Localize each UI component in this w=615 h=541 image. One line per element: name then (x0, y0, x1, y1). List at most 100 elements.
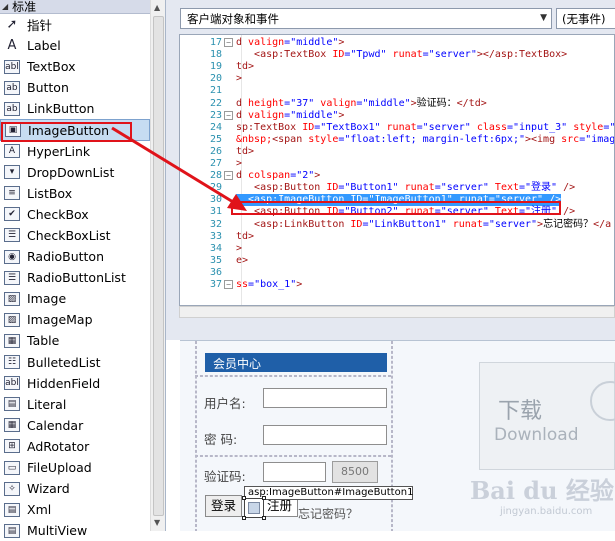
code-line[interactable]: 19 td> (180, 61, 614, 73)
code-token: > (236, 242, 243, 254)
code-text: <asp:LinkButton ID="LinkButton1" runat="… (236, 219, 611, 231)
code-line[interactable]: 33 td> (180, 231, 614, 243)
toolbox-item-label: Wizard (27, 481, 70, 497)
code-line[interactable]: 37− ss="box_1"> (180, 279, 614, 291)
toolbox-item-dropdownlist[interactable]: ▾ DropDownList (0, 162, 150, 183)
code-token: &nbsp; (236, 133, 273, 145)
code-token: <span (272, 133, 309, 145)
code-line[interactable]: 20 > (180, 73, 614, 85)
code-token: ="middle" (284, 109, 339, 121)
toolbox-item-hiddenfield[interactable]: abl HiddenField (0, 373, 150, 394)
toolbox-item-[interactable]: ➚ 指针 (0, 14, 150, 35)
code-line[interactable]: 32 <asp:LinkButton ID="LinkButton1" runa… (180, 219, 614, 231)
toolbox-item-adrotator[interactable]: ⊞ AdRotator (0, 436, 150, 457)
code-token: runat (386, 121, 417, 133)
toolbox-item-imagemap[interactable]: ▨ ImageMap (0, 309, 150, 330)
client-objects-dropdown[interactable]: 客户端对象和事件 ▼ (180, 8, 552, 29)
captcha-image[interactable]: 8500 (332, 461, 378, 483)
password-input[interactable] (263, 425, 387, 445)
code-token: class (476, 121, 507, 133)
toolbox-item-radiobutton[interactable]: ◉ RadioButton (0, 246, 150, 267)
code-text: <asp:Button ID="Button2" runat="server" … (236, 206, 575, 218)
username-label: 用户名: (204, 396, 246, 411)
toolbox-item-label: FileUpload (27, 460, 92, 476)
toolbox-item-label[interactable]: A Label (0, 35, 150, 56)
toolbox-item-calendar[interactable]: ▦ Calendar (0, 415, 150, 436)
toolbox-item-button[interactable]: ab Button (0, 77, 150, 98)
forgot-password-link[interactable]: 忘记密码？ (298, 505, 358, 522)
toolbox-item-label: DropDownList (27, 164, 115, 180)
hiddenfield-icon: abl (4, 376, 20, 391)
code-line[interactable]: 18 <asp:TextBox ID="Tpwd" runat="server"… (180, 49, 614, 61)
code-line[interactable]: 35 e> (180, 254, 614, 267)
fold-toggle-icon[interactable]: − (224, 110, 233, 120)
code-line[interactable]: 34 > (180, 242, 614, 255)
login-button[interactable]: 登录 (205, 495, 242, 517)
design-view[interactable]: 会员中心 用户名: 密 码: 验证码: 8500 登录 注册 忘记密码？ asp… (180, 340, 615, 531)
captcha-input[interactable] (263, 462, 326, 482)
captcha-label: 验证码: (204, 469, 246, 484)
literal-icon: ▤ (4, 397, 20, 412)
imagebutton-control[interactable] (242, 496, 266, 520)
code-line[interactable]: 23− d valign="middle"> (180, 109, 614, 122)
resize-handle[interactable] (262, 516, 266, 520)
fold-toggle-icon[interactable]: − (224, 171, 233, 181)
code-token: d (236, 170, 249, 182)
line-number: 26 (209, 145, 222, 157)
code-line[interactable]: 28− d colspan="2"> (180, 170, 614, 182)
toolbox-item-checkbox[interactable]: ✔ CheckBox (0, 204, 150, 225)
scrollbar-thumb[interactable] (153, 16, 164, 516)
toolbox-item-imagebutton[interactable]: ▣ ImageButton (0, 119, 150, 141)
resize-handle[interactable] (242, 496, 246, 500)
code-line[interactable]: 27 > (180, 158, 614, 170)
split-view-divider[interactable] (166, 322, 615, 340)
toolbox-item-wizard[interactable]: ✧ Wizard (0, 478, 150, 499)
code-text: ss="box_1"> (236, 279, 302, 291)
toolbox-item-checkboxlist[interactable]: ☰ CheckBoxList (0, 225, 150, 246)
imagemap-icon: ▨ (4, 312, 20, 327)
resize-handle[interactable] (242, 516, 246, 520)
code-line[interactable]: 25 &nbsp;<span style="float:left; margin-… (180, 133, 614, 146)
toolbox-item-linkbutton[interactable]: ab LinkButton (0, 98, 150, 119)
fold-toggle-icon[interactable]: − (224, 38, 233, 47)
toolbox-item-label: HiddenField (27, 375, 101, 391)
fold-toggle-icon[interactable]: − (224, 280, 233, 289)
toolbox-item-image[interactable]: ▨ Image (0, 288, 150, 309)
username-input[interactable] (263, 388, 387, 408)
code-token: e> (236, 254, 249, 266)
code-line[interactable]: 24 sp:TextBox ID="TextBox1" runat="server… (180, 121, 614, 134)
toolbox-item-table[interactable]: ▦ Table (0, 330, 150, 351)
code-line[interactable]: 30 <asp:ImageButton ID="ImageButton1" ru… (180, 194, 614, 207)
toolbox-scrollbar[interactable]: ▲ ▼ (150, 0, 165, 531)
toolbox-item-radiobuttonlist[interactable]: ☰ RadioButtonList (0, 267, 150, 288)
scroll-up-icon[interactable]: ▲ (154, 3, 160, 12)
toolbox-item-bulletedlist[interactable]: ☷ BulletedList (0, 352, 150, 373)
scroll-down-icon[interactable]: ▼ (154, 518, 160, 527)
radiobutton-icon: ◉ (4, 249, 20, 264)
dropdown-arrow-icon[interactable]: ▼ (540, 13, 547, 23)
code-text: td> (236, 146, 254, 158)
toolbox-item-textbox[interactable]: abl TextBox (0, 56, 150, 77)
toolbox-item-literal[interactable]: ▤ Literal (0, 394, 150, 415)
toolbox-item-listbox[interactable]: ≡ ListBox (0, 183, 150, 204)
toolbox-group-label: 标准 (12, 0, 37, 14)
toolbox-item-xml[interactable]: ▤ Xml (0, 499, 150, 520)
code-line[interactable]: 36 (180, 267, 614, 279)
events-dropdown[interactable]: (无事件) (556, 8, 615, 29)
code-line[interactable]: 21 (180, 85, 614, 97)
code-text: &nbsp;<span style="float:left; margin-le… (236, 133, 614, 146)
toolbox-item-hyperlink[interactable]: A HyperLink (0, 141, 150, 162)
code-text: > (236, 73, 242, 85)
code-line[interactable]: 17− d valign="middle"> (180, 37, 614, 49)
code-line[interactable]: 29 <asp:Button ID="Button1" runat="serve… (180, 182, 614, 194)
resize-handle[interactable] (262, 496, 266, 500)
code-line[interactable]: 31 <asp:Button ID="Button2" runat="serve… (180, 206, 614, 218)
code-text-area[interactable]: 17− d valign="middle"> 18 <asp:TextBox ID=… (179, 34, 615, 306)
toolbox-item-fileupload[interactable]: ▭ FileUpload (0, 457, 150, 478)
code-token: ="Button1" (338, 182, 405, 194)
editor-horizontal-scrollbar[interactable] (179, 306, 615, 318)
code-line[interactable]: 22 d height="37" valign="middle">验证码：</td… (180, 98, 614, 110)
collapse-arrow-icon[interactable]: ◢ (2, 2, 8, 11)
toolbox-group-header[interactable]: ◢ 标准 (0, 0, 165, 14)
code-line[interactable]: 26 td> (180, 145, 614, 158)
